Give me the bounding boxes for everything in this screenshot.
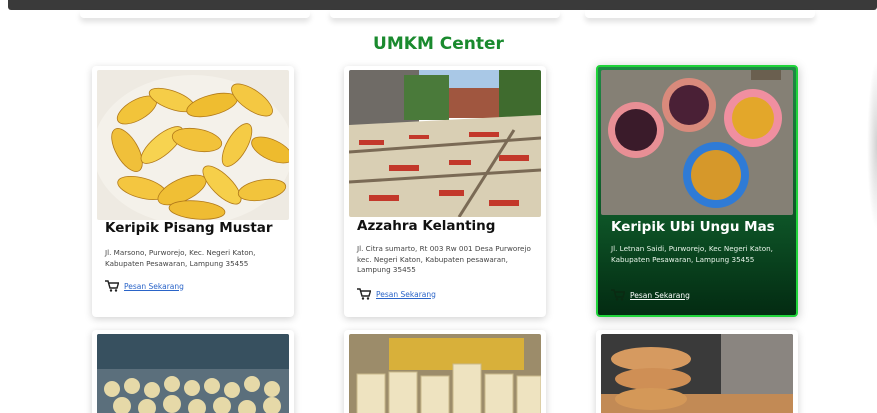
order-now-link[interactable]: Pesan Sekarang <box>611 289 690 301</box>
store-name: Azzahra Kelanting <box>357 218 496 234</box>
shopping-cart-icon <box>357 288 371 300</box>
store-address: Jl. Marsono, Purworejo, Kec. Negeri Kato… <box>105 248 256 268</box>
umkm-card[interactable] <box>344 330 546 413</box>
shopping-cart-icon <box>611 289 625 301</box>
order-now-label[interactable]: Pesan Sekarang <box>376 290 436 299</box>
top-navbar <box>8 0 877 10</box>
store-address: Jl. Letnan Saidi, Purworejo, Kec Negeri … <box>611 244 773 264</box>
umkm-card[interactable] <box>596 330 798 413</box>
umkm-card[interactable]: Keripik Pisang Mustar Jl. Marsono, Purwo… <box>92 66 294 317</box>
top-card-edge <box>80 10 310 18</box>
store-name: Keripik Pisang Mustar <box>105 220 273 236</box>
product-image <box>601 70 793 215</box>
order-now-link[interactable]: Pesan Sekarang <box>105 280 184 292</box>
store-name: Keripik Ubi Ungu Mas <box>611 219 775 235</box>
umkm-card[interactable]: Azzahra Kelanting Jl. Citra sumarto, Rt … <box>344 66 546 317</box>
order-now-label[interactable]: Pesan Sekarang <box>124 282 184 291</box>
product-image <box>97 334 289 413</box>
top-card-edge <box>585 10 815 18</box>
top-card-edge <box>330 10 560 18</box>
product-image <box>97 70 289 220</box>
product-image <box>601 334 793 413</box>
order-now-label[interactable]: Pesan Sekarang <box>630 291 690 300</box>
umkm-card[interactable] <box>92 330 294 413</box>
section-title: UMKM Center <box>373 34 504 54</box>
order-now-link[interactable]: Pesan Sekarang <box>357 288 436 300</box>
product-image <box>349 70 541 217</box>
carousel-edge-shadow <box>867 60 877 230</box>
shopping-cart-icon <box>105 280 119 292</box>
store-address: Jl. Citra sumarto, Rt 003 Rw 001 Desa Pu… <box>357 244 531 274</box>
product-image <box>349 334 541 413</box>
umkm-card[interactable]: Keripik Ubi Ungu Mas Jl. Letnan Saidi, P… <box>596 65 798 317</box>
